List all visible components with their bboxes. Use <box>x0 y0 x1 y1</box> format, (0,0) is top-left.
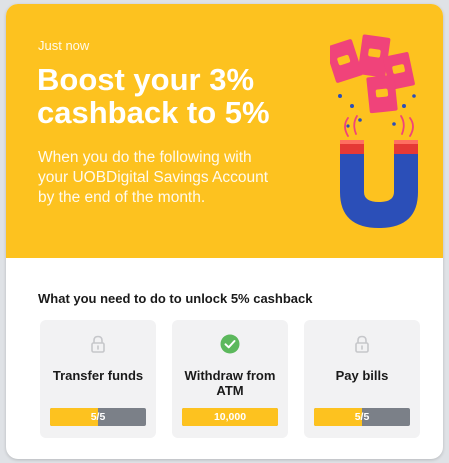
notification-timestamp: Just now <box>38 38 90 53</box>
magnet-icon <box>340 140 418 228</box>
magnet-cash-illustration <box>330 34 418 228</box>
task-progress-bar: 10,000 <box>182 408 278 426</box>
task-label: Pay bills <box>335 368 389 383</box>
task-card-pay-bills[interactable]: Pay bills 5/5 <box>304 320 420 438</box>
task-progress-bar: 5/5 <box>50 408 146 426</box>
task-progress-value: 5/5 <box>354 411 370 423</box>
hero-banner: Just now Boost your 3% cashback to 5% Wh… <box>6 4 443 258</box>
task-card-withdraw-from-atm[interactable]: Withdraw from ATM 10,000 <box>172 320 288 438</box>
lock-icon <box>355 335 369 353</box>
task-progress-value: 10,000 <box>213 411 247 423</box>
notification-subtitle: When you do the following with your UOBD… <box>38 149 269 206</box>
task-progress-bar: 5/5 <box>314 408 410 426</box>
lock-icon <box>91 335 105 353</box>
task-label: Withdraw from ATM <box>184 368 276 398</box>
task-progress-value: 5/5 <box>90 411 106 423</box>
task-label: Transfer funds <box>52 368 144 383</box>
cash-card-icon <box>357 34 391 78</box>
magnetic-field-lines <box>344 115 414 137</box>
cash-card-icon <box>366 74 398 114</box>
cashback-notification-card[interactable]: Just now Boost your 3% cashback to 5% Wh… <box>6 4 443 459</box>
task-card-transfer-funds[interactable]: Transfer funds 5/5 <box>40 320 156 438</box>
requirements-title: What you need to do to unlock 5% cashbac… <box>38 291 313 306</box>
check-circle-icon <box>220 334 240 354</box>
notification-headline: Boost your 3% cashback to 5% <box>37 62 270 130</box>
cash-card-icon <box>330 39 363 83</box>
